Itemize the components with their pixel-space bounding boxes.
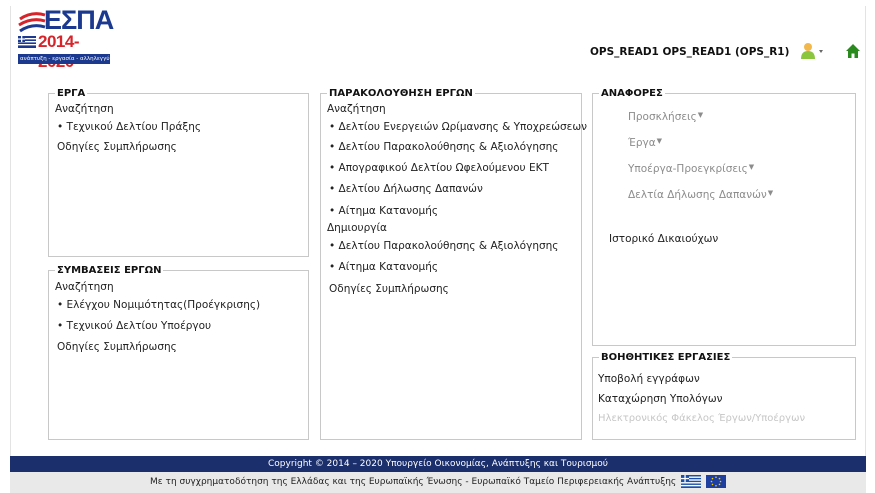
- parakolouthisi-search-heading: Αναζήτηση: [327, 103, 386, 115]
- erga-link-technical-sheet[interactable]: • Τεχνικού Δελτίου Πράξης: [57, 121, 201, 133]
- anafores-title: ΑΝΑΦΟΡΕΣ: [601, 88, 663, 99]
- erga-search-heading: Αναζήτηση: [55, 103, 114, 115]
- anafores-menu-expense-declarations-label: Δελτία Δήλωσης Δαπανών: [628, 189, 767, 201]
- user-icon[interactable]: [800, 42, 826, 60]
- erga-instructions-link[interactable]: Οδηγίες Συμπλήρωσης: [57, 141, 177, 153]
- symvaseis-link-legality-check[interactable]: • Ελέγχου Νομιμότητας(Προέγκρισης): [57, 299, 260, 311]
- parakolouthisi-create-heading: Δημιουργία: [327, 222, 387, 234]
- symvaseis-instructions-link[interactable]: Οδηγίες Συμπλήρωσης: [57, 341, 177, 353]
- user-label: OPS_READ1 OPS_READ1 (OPS_R1): [590, 46, 790, 58]
- parakolouthisi-create-allocation[interactable]: • Αίτημα Κατανομής: [329, 261, 438, 273]
- parakolouthisi-create-monitoring[interactable]: • Δελτίου Παρακολούθησης & Αξιολόγησης: [329, 240, 558, 252]
- copyright-bar: Copyright © 2014 – 2020 Υπουργείο Οικονο…: [10, 456, 866, 472]
- anafores-panel: ΑΝΑΦΟΡΕΣ: [592, 88, 856, 346]
- caret-down-icon: ▼: [748, 163, 755, 171]
- anafores-menu-projects-label: Έργα: [628, 137, 656, 149]
- symvaseis-link-subproject-sheet[interactable]: • Τεχνικού Δελτίου Υποέργου: [57, 320, 211, 332]
- caret-down-icon: ▼: [656, 137, 663, 145]
- voithitikes-electronic-folder-disabled: Ηλεκτρονικός Φάκελος Έργων/Υποέργων: [598, 413, 806, 424]
- voithitikes-title: ΒΟΗΘΗΤΙΚΕΣ ΕΡΓΑΣΙΕΣ: [601, 352, 731, 363]
- swoosh-icon: [18, 12, 46, 33]
- funding-bar: Με τη συγχρηματοδότηση της Ελλάδας και τ…: [10, 472, 866, 493]
- anafores-menu-calls-label: Προσκλήσεις: [628, 111, 697, 123]
- home-icon[interactable]: [845, 43, 861, 59]
- symvaseis-search-heading: Αναζήτηση: [55, 281, 114, 293]
- eu-flag-icon: [705, 475, 726, 488]
- logo-years: 2014-2020: [38, 32, 79, 71]
- anafores-menu-subprojects-label: Υποέργα-Προεγκρίσεις: [628, 163, 748, 175]
- parakolouthisi-link-maturation[interactable]: • Δελτίου Ενεργειών Ωρίμανσης & Υποχρεώσ…: [329, 121, 587, 133]
- funding-text: Με τη συγχρηματοδότηση της Ελλάδας και τ…: [150, 477, 677, 487]
- voithitikes-register-accountables[interactable]: Καταχώρηση Υπολόγων: [598, 393, 723, 405]
- parakolouthisi-instructions-link[interactable]: Οδηγίες Συμπλήρωσης: [329, 283, 449, 295]
- anafores-menu-expense-declarations[interactable]: Δελτία Δήλωσης Δαπανών▼: [628, 189, 773, 201]
- parakolouthisi-title: ΠΑΡΑΚΟΛΟΥΘΗΣΗ ΕΡΓΩΝ: [329, 88, 473, 99]
- anafores-history-link[interactable]: Ιστορικό Δικαιούχων: [609, 233, 718, 245]
- erga-title: ΕΡΓΑ: [57, 88, 86, 99]
- parakolouthisi-link-beneficiary[interactable]: • Απογραφικού Δελτίου Ωφελούμενου ΕΚΤ: [329, 162, 549, 174]
- caret-down-icon: ▼: [697, 111, 704, 119]
- espa-logo[interactable]: ΕΣΠΑ 2014-2020 ανάπτυξη - εργασία - αλλη…: [18, 5, 114, 71]
- parakolouthisi-link-allocation[interactable]: • Αίτημα Κατανομής: [329, 205, 438, 217]
- parakolouthisi-link-expenses[interactable]: • Δελτίου Δήλωσης Δαπανών: [329, 183, 483, 195]
- greek-flag-icon: [18, 36, 36, 48]
- anafores-menu-subprojects[interactable]: Υποέργα-Προεγκρίσεις▼: [628, 163, 754, 175]
- logo-tagline: ανάπτυξη - εργασία - αλληλεγγύη: [18, 54, 110, 64]
- parakolouthisi-link-monitoring[interactable]: • Δελτίου Παρακολούθησης & Αξιολόγησης: [329, 141, 558, 153]
- chevron-down-icon: [819, 50, 823, 53]
- voithitikes-upload-documents[interactable]: Υποβολή εγγράφων: [598, 373, 700, 385]
- greek-flag-icon: [681, 475, 702, 488]
- anafores-menu-calls[interactable]: Προσκλήσεις▼: [628, 111, 703, 123]
- anafores-menu-projects[interactable]: Έργα▼: [628, 137, 662, 149]
- caret-down-icon: ▼: [767, 189, 774, 197]
- symvaseis-title: ΣΥΜΒΑΣΕΙΣ ΕΡΓΩΝ: [57, 265, 162, 276]
